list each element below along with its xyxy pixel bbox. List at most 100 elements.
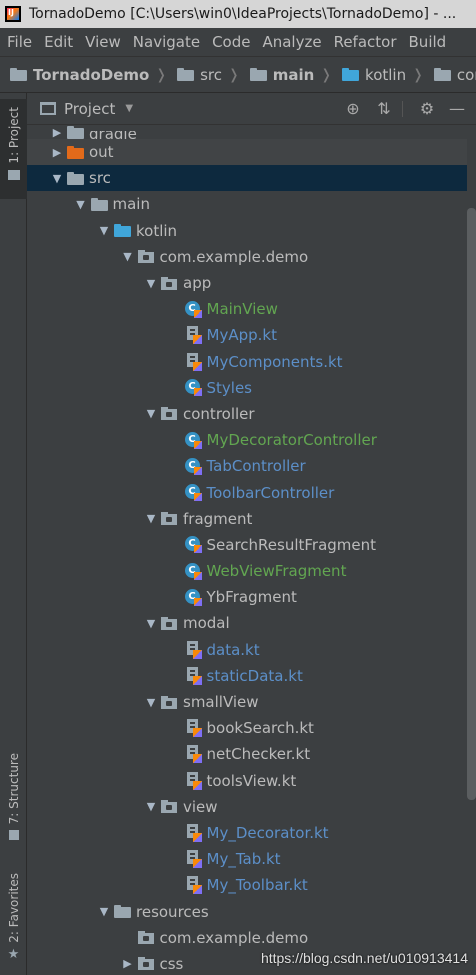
tree-node-label: TabController bbox=[206, 457, 306, 476]
tree-node[interactable]: ▼ main bbox=[27, 191, 467, 217]
expand-arrow-icon[interactable]: ▼ bbox=[94, 905, 114, 918]
scrollbar-thumb[interactable] bbox=[467, 208, 476, 800]
tree-node[interactable]: ▼ kotlin bbox=[27, 218, 467, 244]
menu-file[interactable]: File bbox=[0, 33, 38, 51]
tree-node[interactable]: ▶CStyles bbox=[27, 375, 467, 401]
expand-arrow-icon[interactable]: ▼ bbox=[141, 800, 161, 813]
tree-node-label: ToolbarController bbox=[206, 483, 335, 502]
tree-node[interactable]: ▶My_Toolbar.kt bbox=[27, 872, 467, 898]
tree-node-label: toolsView.kt bbox=[206, 771, 297, 790]
menu-view[interactable]: View bbox=[79, 33, 127, 51]
locate-icon[interactable]: ⊕ bbox=[343, 99, 363, 119]
tree-node-label: gradle bbox=[89, 131, 137, 139]
settings-icon[interactable]: ⚙ bbox=[417, 99, 437, 119]
caret-down-icon[interactable]: ▼ bbox=[125, 103, 133, 114]
collapse-all-icon[interactable]: ⇅ bbox=[374, 99, 394, 119]
project-tool-tab[interactable]: 1: Project bbox=[0, 99, 27, 199]
tree-node[interactable]: ▶CTabController bbox=[27, 453, 467, 479]
menu-edit[interactable]: Edit bbox=[38, 33, 79, 51]
favorites-tool-tab[interactable]: 2: Favorites ★ bbox=[0, 873, 27, 973]
tree-node[interactable]: ▼ resources bbox=[27, 898, 467, 924]
kotlin-class-icon: C bbox=[184, 562, 207, 580]
tree-node[interactable]: ▼ com.example.demo bbox=[27, 244, 467, 270]
tree-node[interactable]: ▶CWebViewFragment bbox=[27, 558, 467, 584]
folder-icon bbox=[249, 68, 267, 81]
kotlin-file-icon bbox=[185, 640, 207, 659]
tree-node-label: MyDecoratorController bbox=[206, 431, 377, 450]
tree-node[interactable]: ▼ fragment bbox=[27, 506, 467, 532]
breadcrumb-main[interactable]: main ❭ bbox=[240, 66, 332, 84]
tree-node-label: WebViewFragment bbox=[206, 562, 347, 581]
tree-node[interactable]: ▶MyComponents.kt bbox=[27, 349, 467, 375]
tree-node[interactable]: ▶CSearchResultFragment bbox=[27, 532, 467, 558]
tree-node-label: resources bbox=[136, 902, 209, 921]
expand-arrow-icon[interactable]: ▼ bbox=[71, 198, 91, 211]
tree-node[interactable]: ▶staticData.kt bbox=[27, 663, 467, 689]
tree-node[interactable]: ▼ app bbox=[27, 270, 467, 296]
menu-navigate[interactable]: Navigate bbox=[127, 33, 206, 51]
breadcrumb-kotlin[interactable]: kotlin ❭ bbox=[332, 66, 424, 84]
tree-node-label: view bbox=[183, 797, 218, 816]
expand-arrow-icon[interactable]: ▼ bbox=[141, 617, 161, 630]
menu-analyze[interactable]: Analyze bbox=[256, 33, 327, 51]
folder-icon bbox=[177, 68, 195, 81]
tree-node[interactable]: ▶data.kt bbox=[27, 637, 467, 663]
tool-window-stripe: 1: Project 7: Structure 2: Favorites ★ bbox=[0, 93, 27, 975]
kotlin-file-icon bbox=[185, 850, 207, 869]
collapse-arrow-icon[interactable]: ▶ bbox=[47, 146, 67, 159]
package-icon bbox=[161, 695, 183, 709]
tree-node[interactable]: ▶My_Tab.kt bbox=[27, 846, 467, 872]
tree-node-label: src bbox=[89, 169, 111, 188]
source-folder-icon bbox=[114, 224, 136, 238]
kotlin-class-icon: C bbox=[184, 536, 207, 554]
expand-arrow-icon[interactable]: ▼ bbox=[141, 512, 161, 525]
tree-node[interactable]: ▶com.example.demo bbox=[27, 925, 467, 951]
collapse-arrow-icon[interactable]: ▶ bbox=[118, 957, 138, 970]
breadcrumb-project[interactable]: TornadoDemo ❭ bbox=[0, 66, 167, 84]
tree-node-label: YbFragment bbox=[206, 588, 297, 607]
chevron-right-icon: ❭ bbox=[228, 66, 240, 83]
kotlin-file-icon bbox=[185, 719, 207, 738]
tree-node[interactable]: ▶netChecker.kt bbox=[27, 741, 467, 767]
expand-arrow-icon[interactable]: ▼ bbox=[141, 277, 161, 290]
menu-code[interactable]: Code bbox=[206, 33, 256, 51]
tree-node[interactable]: ▶ out bbox=[27, 139, 467, 166]
hide-icon[interactable]: — bbox=[447, 99, 467, 119]
breadcrumb-com[interactable]: com ❭ bbox=[424, 66, 476, 84]
project-view-selector[interactable]: Project bbox=[64, 100, 115, 118]
tree-node[interactable]: ▶CMainView bbox=[27, 296, 467, 322]
tree-node[interactable]: ▶bookSearch.kt bbox=[27, 715, 467, 741]
menu-build[interactable]: Build bbox=[403, 33, 453, 51]
tree-node[interactable]: ▶CYbFragment bbox=[27, 584, 467, 610]
tree-node[interactable]: ▶CToolbarController bbox=[27, 479, 467, 505]
expand-arrow-icon[interactable]: ▼ bbox=[118, 250, 138, 263]
expand-arrow-icon[interactable]: ▼ bbox=[141, 407, 161, 420]
expand-arrow-icon[interactable]: ▼ bbox=[94, 224, 114, 237]
tree-node[interactable]: ▶toolsView.kt bbox=[27, 768, 467, 794]
tree-node[interactable]: ▼ view bbox=[27, 794, 467, 820]
expand-arrow-icon[interactable]: ▼ bbox=[47, 172, 67, 185]
breadcrumb-src[interactable]: src ❭ bbox=[167, 66, 240, 84]
folder-icon bbox=[10, 68, 27, 81]
project-panel-header: Project ▼ ⊕ ⇅ ⚙ — bbox=[27, 93, 476, 125]
tree-node[interactable]: ▶My_Decorator.kt bbox=[27, 820, 467, 846]
collapse-arrow-icon[interactable]: ▶ bbox=[47, 126, 67, 139]
tree-node[interactable]: ▼ smallView bbox=[27, 689, 467, 715]
tree-node[interactable]: ▶ gradle bbox=[27, 125, 467, 139]
tree-node-label: Styles bbox=[206, 378, 253, 397]
tree-node[interactable]: ▶MyApp.kt bbox=[27, 322, 467, 348]
folder-icon bbox=[67, 171, 89, 185]
folder-icon bbox=[433, 68, 451, 81]
tree-node[interactable]: ▼ controller bbox=[27, 401, 467, 427]
tree-node-label: MyApp.kt bbox=[206, 326, 277, 345]
kotlin-file-icon bbox=[185, 326, 207, 345]
tree-node[interactable]: ▶CMyDecoratorController bbox=[27, 427, 467, 453]
expand-arrow-icon[interactable]: ▼ bbox=[141, 696, 161, 709]
tree-node[interactable]: ▼ src bbox=[27, 165, 467, 192]
menu-refactor[interactable]: Refactor bbox=[328, 33, 403, 51]
package-icon bbox=[137, 957, 160, 971]
tree-node[interactable]: ▼ modal bbox=[27, 610, 467, 636]
package-icon bbox=[161, 276, 183, 290]
tree-node-label: modal bbox=[183, 614, 230, 633]
structure-tool-tab[interactable]: 7: Structure bbox=[0, 753, 27, 853]
